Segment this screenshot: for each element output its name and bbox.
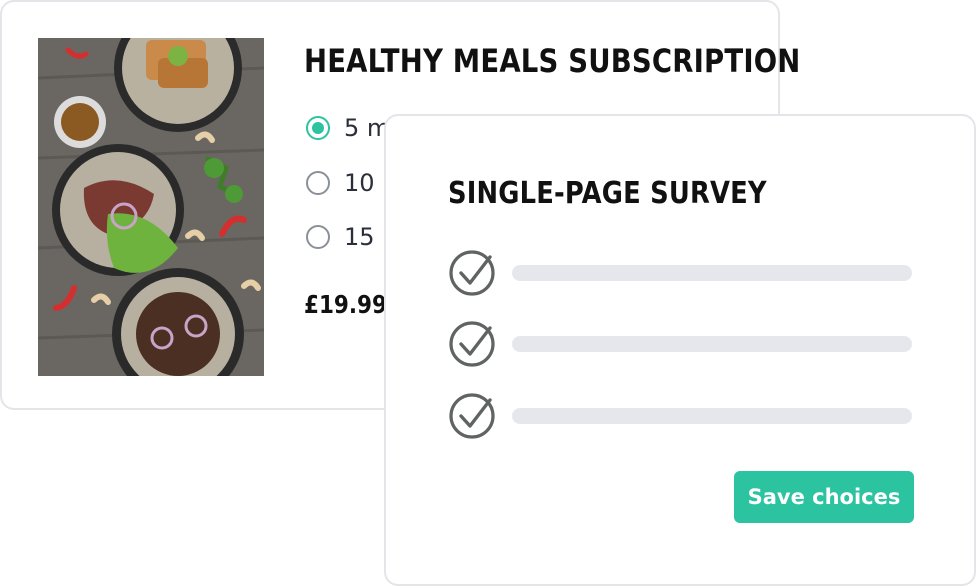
- placeholder-bar: [512, 336, 912, 352]
- survey-card: SINGLE-PAGE SURVEY Save choices: [384, 114, 976, 586]
- check-circle-icon[interactable]: [448, 319, 498, 369]
- survey-row: [448, 319, 914, 369]
- survey-row: [448, 248, 914, 298]
- price: £19.99: [304, 290, 387, 319]
- check-circle-icon[interactable]: [448, 248, 498, 298]
- product-title: HEALTHY MEALS SUBSCRIPTION: [304, 42, 801, 80]
- placeholder-bar: [512, 408, 912, 424]
- radio-unselected-icon[interactable]: [306, 171, 330, 195]
- option-5-meals[interactable]: 5 m: [306, 112, 390, 144]
- survey-title: SINGLE-PAGE SURVEY: [448, 176, 767, 211]
- option-15-meals[interactable]: 15: [306, 221, 375, 253]
- option-label: 10: [344, 169, 375, 197]
- food-photo: [38, 38, 264, 376]
- placeholder-bar: [512, 265, 912, 281]
- survey-row: [448, 391, 914, 441]
- option-10-meals[interactable]: 10: [306, 167, 375, 199]
- option-label: 15: [344, 223, 375, 251]
- save-choices-button[interactable]: Save choices: [734, 471, 914, 523]
- radio-selected-icon[interactable]: [306, 116, 330, 140]
- radio-unselected-icon[interactable]: [306, 225, 330, 249]
- check-circle-icon[interactable]: [448, 391, 498, 441]
